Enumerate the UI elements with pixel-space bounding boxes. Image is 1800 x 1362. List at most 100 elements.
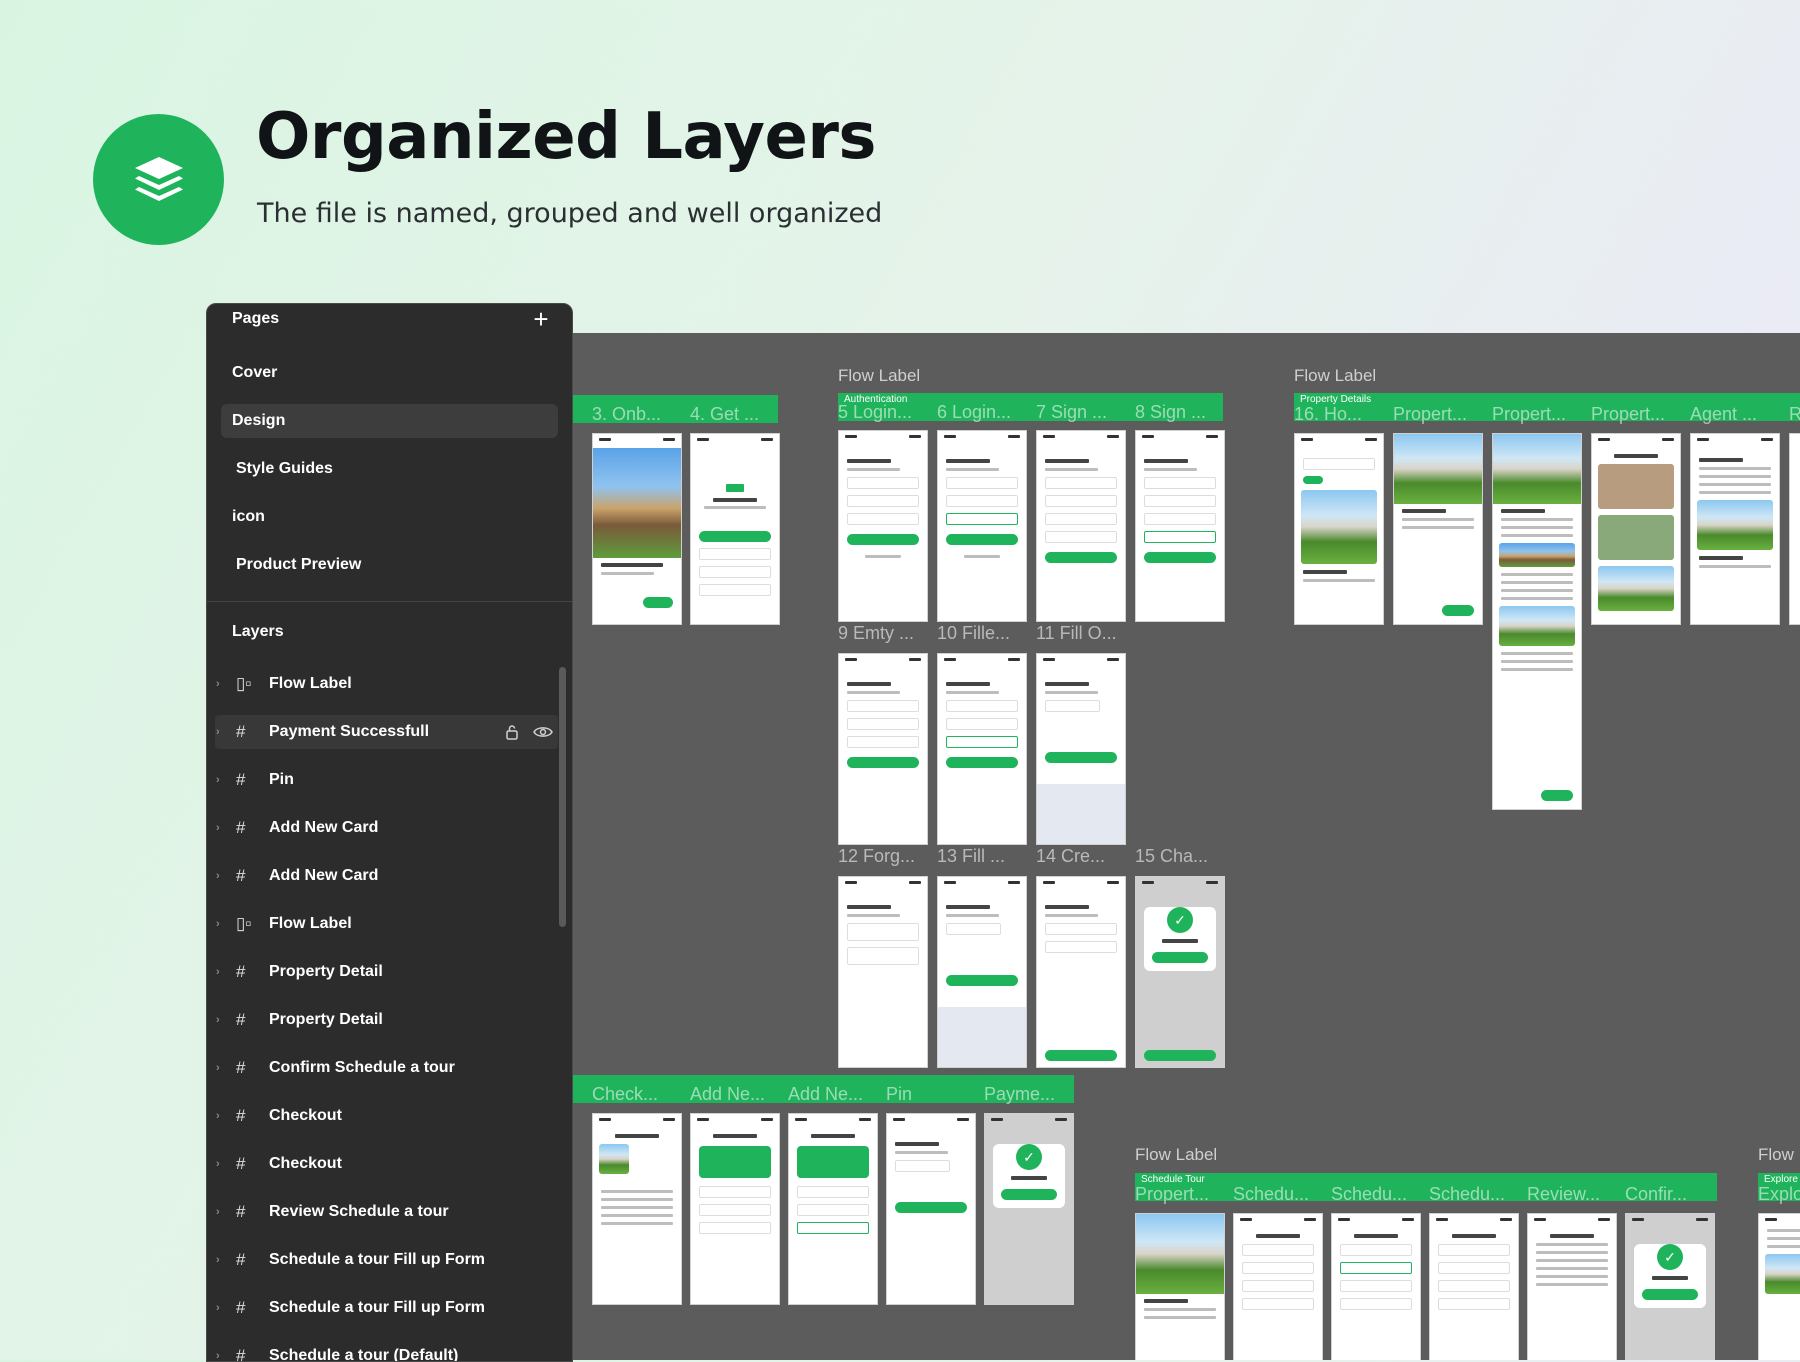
frame-title[interactable]: Schedu... [1233, 1184, 1309, 1205]
chevron-right-icon[interactable]: › [216, 1291, 220, 1325]
page-item-cover[interactable]: Cover [221, 356, 558, 390]
screen-frame-property-detail[interactable] [1492, 433, 1582, 810]
screen-frame[interactable] [1789, 433, 1800, 625]
frame-title[interactable]: Pin [886, 1084, 912, 1105]
chevron-right-icon[interactable]: › [216, 811, 220, 845]
screen-frame-schedule[interactable] [1429, 1213, 1519, 1360]
layer-row-flow-label[interactable]: › ▯▫ Flow Label [207, 667, 562, 701]
layer-row-schedule-form[interactable]: › # Schedule a tour Fill up Form [207, 1243, 562, 1277]
layer-row-add-new-card[interactable]: › # Add New Card [207, 811, 562, 845]
frame-title[interactable]: 16. Ho... [1294, 404, 1362, 425]
screen-frame-create-password[interactable] [1036, 876, 1126, 1068]
frame-title[interactable]: 10 Fille... [937, 623, 1010, 644]
lock-icon[interactable] [505, 715, 519, 749]
design-canvas[interactable]: 3. Onb... 4. Get ... Flow Label Authenti… [560, 333, 1800, 1360]
screen-frame-signup[interactable] [1036, 430, 1126, 622]
layer-row-confirm-schedule[interactable]: › # Confirm Schedule a tour [207, 1051, 562, 1085]
frame-title[interactable]: 11 Fill O... [1036, 623, 1117, 644]
layer-row-checkout[interactable]: › # Checkout [207, 1147, 562, 1181]
layer-row-property-detail[interactable]: › # Property Detail [207, 955, 562, 989]
screen-frame-schedule[interactable] [1331, 1213, 1421, 1360]
chevron-right-icon[interactable]: › [216, 715, 220, 749]
screen-frame-pin[interactable] [886, 1113, 976, 1305]
frame-title[interactable]: Schedu... [1331, 1184, 1407, 1205]
screen-frame-checkout[interactable] [592, 1113, 682, 1305]
frame-title[interactable]: 6 Login... [937, 402, 1011, 423]
frame-title[interactable]: Check... [592, 1084, 658, 1105]
frame-title[interactable]: Add Ne... [788, 1084, 863, 1105]
layer-row-payment-successfull[interactable]: › # Payment Successfull [215, 715, 558, 749]
screen-frame-login-empty[interactable] [838, 653, 928, 845]
page-item-product-preview[interactable]: Product Preview [225, 548, 562, 582]
screen-frame-explore[interactable] [1758, 1213, 1800, 1360]
screen-frame-login[interactable] [838, 430, 928, 622]
page-item-design[interactable]: Design [221, 404, 558, 438]
plus-icon[interactable]: + [529, 304, 553, 335]
layer-row-add-new-card[interactable]: › # Add New Card [207, 859, 562, 893]
chevron-right-icon[interactable]: › [216, 955, 220, 989]
layer-row-pin[interactable]: › # Pin [207, 763, 562, 797]
screen-frame-agent[interactable] [1690, 433, 1780, 625]
screen-frame-fill-code[interactable] [937, 876, 1027, 1068]
frame-title[interactable]: Propert... [1591, 404, 1665, 425]
frame-title[interactable]: 4. Get ... [690, 404, 759, 425]
chevron-right-icon[interactable]: › [216, 859, 220, 893]
screen-frame-schedule[interactable] [1233, 1213, 1323, 1360]
frame-title[interactable]: 14 Cre... [1036, 846, 1105, 867]
screen-frame-property[interactable] [1135, 1213, 1225, 1360]
flow-label[interactable]: Flow Label [1294, 366, 1376, 386]
frame-title[interactable]: 3. Onb... [592, 404, 661, 425]
screen-frame-home[interactable] [1294, 433, 1384, 625]
frame-title[interactable]: Add Ne... [690, 1084, 765, 1105]
screen-frame-property-gallery[interactable] [1591, 433, 1681, 625]
chevron-right-icon[interactable]: › [216, 763, 220, 797]
layer-row-schedule-default[interactable]: › # Schedule a tour (Default) [207, 1339, 562, 1361]
frame-title[interactable]: 13 Fill ... [937, 846, 1005, 867]
frame-title[interactable]: R [1789, 404, 1800, 425]
frame-title[interactable]: Payme... [984, 1084, 1055, 1105]
screen-frame-signup[interactable] [1135, 430, 1225, 622]
eye-icon[interactable] [533, 715, 553, 749]
frame-title[interactable]: Review... [1527, 1184, 1600, 1205]
chevron-right-icon[interactable]: › [216, 1243, 220, 1277]
chevron-right-icon[interactable]: › [216, 1051, 220, 1085]
flow-label[interactable]: Flow [1758, 1145, 1794, 1165]
layers-scrollbar[interactable] [559, 667, 566, 927]
chevron-right-icon[interactable]: › [216, 667, 220, 701]
chevron-right-icon[interactable]: › [216, 1147, 220, 1181]
screen-frame-add-card[interactable] [690, 1113, 780, 1305]
frame-title[interactable]: 5 Login... [838, 402, 912, 423]
screen-frame-get-started[interactable] [690, 433, 780, 625]
flow-label[interactable]: Flow Label [838, 366, 920, 386]
layer-row-checkout[interactable]: › # Checkout [207, 1099, 562, 1133]
chevron-right-icon[interactable]: › [216, 1003, 220, 1037]
flow-label[interactable]: Flow Label [1135, 1145, 1217, 1165]
frame-title[interactable]: 9 Emty ... [838, 623, 914, 644]
layer-row-review-schedule[interactable]: › # Review Schedule a tour [207, 1195, 562, 1229]
frame-title[interactable]: Propert... [1135, 1184, 1209, 1205]
screen-frame-login-filled[interactable] [937, 653, 1027, 845]
frame-title[interactable]: Propert... [1492, 404, 1566, 425]
screen-frame-property[interactable] [1393, 433, 1483, 625]
layer-row-flow-label[interactable]: › ▯▫ Flow Label [207, 907, 562, 941]
frame-title[interactable]: Propert... [1393, 404, 1467, 425]
screen-frame-forgot-password[interactable] [838, 876, 928, 1068]
screen-frame-verify-code[interactable] [1036, 653, 1126, 845]
screen-frame-payment-success[interactable]: ✓ [984, 1113, 1074, 1305]
frame-title[interactable]: 12 Forg... [838, 846, 915, 867]
screen-frame-change-success[interactable]: ✓ [1135, 876, 1225, 1068]
frame-title[interactable]: 8 Sign ... [1135, 402, 1206, 423]
frame-title[interactable]: Confir... [1625, 1184, 1687, 1205]
frame-title[interactable]: 15 Cha... [1135, 846, 1208, 867]
frame-title[interactable]: Schedu... [1429, 1184, 1505, 1205]
chevron-right-icon[interactable]: › [216, 1099, 220, 1133]
page-item-style-guides[interactable]: Style Guides [225, 452, 562, 486]
page-item-icon[interactable]: icon [221, 500, 558, 534]
chevron-right-icon[interactable]: › [216, 1339, 220, 1361]
layer-row-property-detail[interactable]: › # Property Detail [207, 1003, 562, 1037]
screen-frame-review[interactable] [1527, 1213, 1617, 1360]
frame-title[interactable]: Agent ... [1690, 404, 1757, 425]
chevron-right-icon[interactable]: › [216, 907, 220, 941]
layer-row-schedule-form[interactable]: › # Schedule a tour Fill up Form [207, 1291, 562, 1325]
chevron-right-icon[interactable]: › [216, 1195, 220, 1229]
